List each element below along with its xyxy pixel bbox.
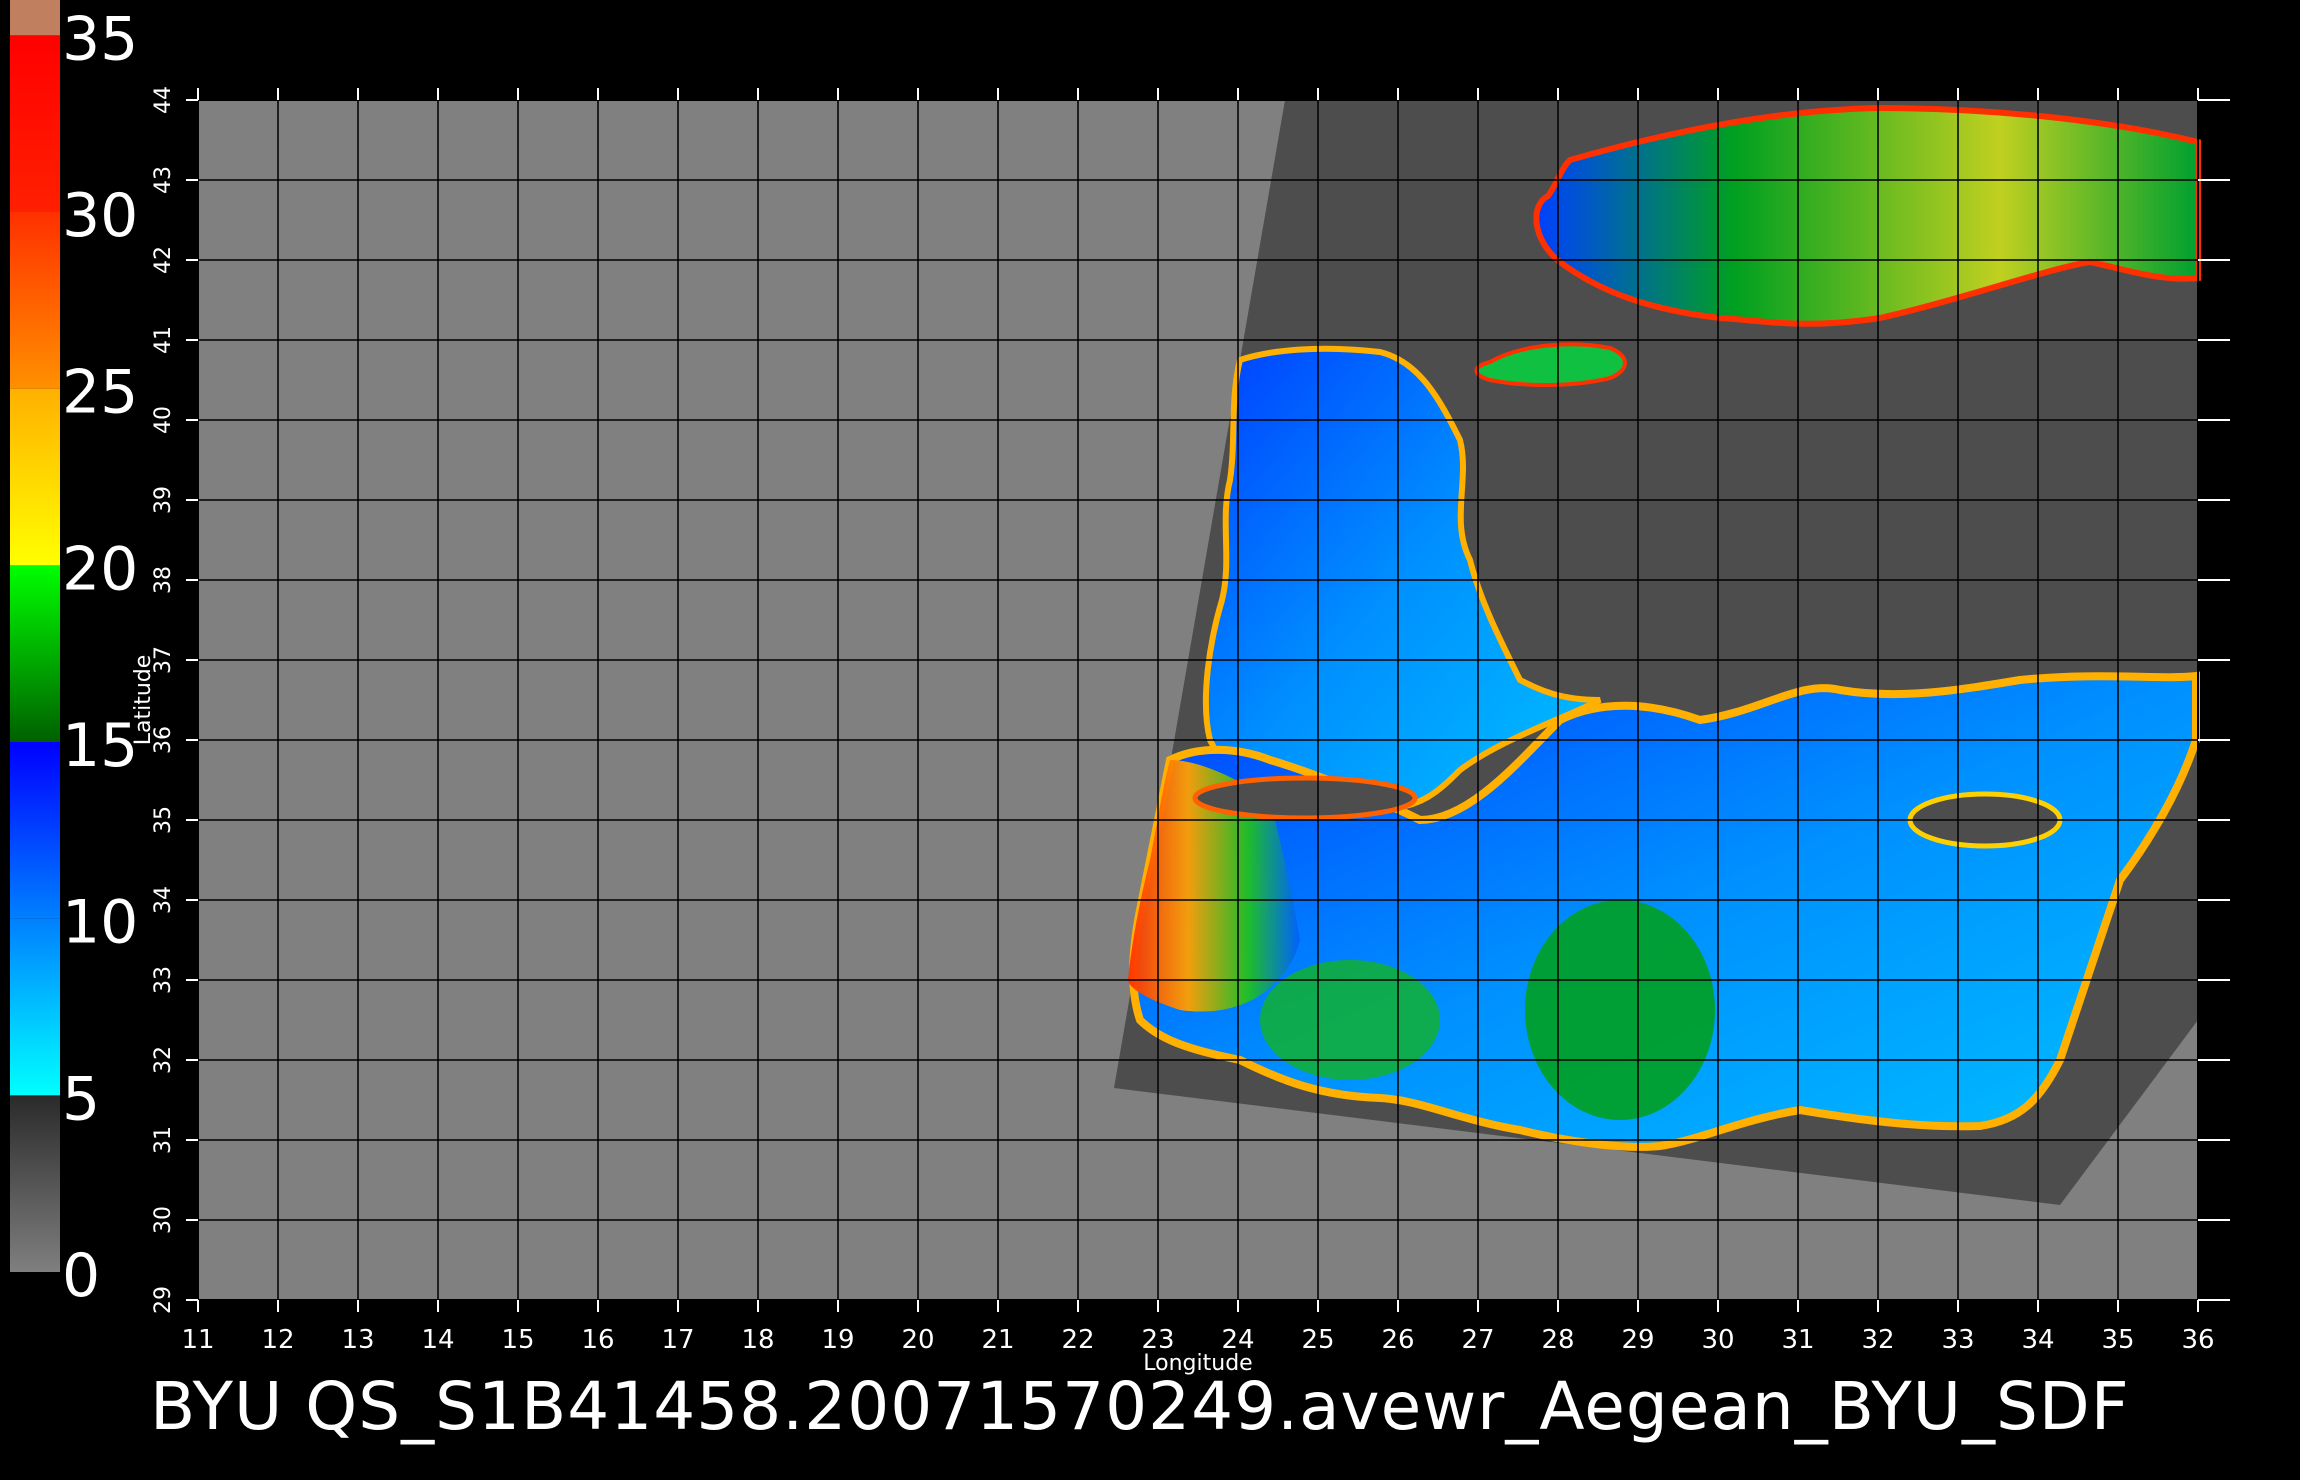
lon-tick-label: 13 [341,1325,374,1355]
lon-tick-label: 33 [1941,1325,1974,1355]
lon-tick-label: 22 [1061,1325,1094,1355]
lat-tick-label: 32 [151,1046,176,1074]
crete-island [1192,775,1418,821]
lon-tick-label: 32 [1861,1325,1894,1355]
lat-tick-label: 35 [151,806,176,834]
lon-tick-label: 21 [981,1325,1014,1355]
lon-tick-label: 29 [1621,1325,1654,1355]
lat-tick-label: 34 [151,886,176,914]
lon-tick-label: 31 [1781,1325,1814,1355]
colorbar-segment [10,35,60,213]
colorbar-segment [10,388,60,566]
colorbar-label: 30 [62,181,138,251]
colorbar-label: 35 [62,4,138,74]
lon-tick-label: 35 [2101,1325,2134,1355]
lat-tick-label: 30 [151,1206,176,1234]
image-title: BYU QS_S1B41458.20071570249.avewr_Aegean… [150,1368,2130,1445]
lon-tick-label: 15 [501,1325,534,1355]
lon-tick-label: 28 [1541,1325,1574,1355]
lon-tick-label: 18 [741,1325,774,1355]
lon-tick-label: 27 [1461,1325,1494,1355]
colorbar-segment [10,565,60,742]
lat-tick-label: 42 [151,246,176,274]
colorbar-label: 25 [62,358,138,428]
lon-tick-label: 30 [1701,1325,1734,1355]
lat-tick-label: 38 [151,566,176,594]
colorbar-segment [10,212,60,389]
lon-tick-label: 25 [1301,1325,1334,1355]
lat-tick-label: 29 [151,1286,176,1314]
lon-tick-label: 20 [901,1325,934,1355]
colorbar-labels: 35 30 25 20 15 10 5 0 [62,4,138,1311]
colorbar-label: 20 [62,534,138,604]
lat-tick-label: 39 [151,486,176,514]
wind-speed-map: 11 12 13 14 15 16 17 18 19 20 21 22 23 24 25 26 27 28 29 30… [10,0,2230,1376]
south-west-moderate-wind-patch [1260,960,1440,1080]
lat-tick-label: 41 [151,326,176,354]
colorbar-label: 5 [62,1064,100,1134]
lon-tick-label: 14 [421,1325,454,1355]
wind-speed-colorbar [10,0,60,1272]
lon-tick-label: 34 [2021,1325,2054,1355]
central-moderate-wind-patch [1525,900,1715,1120]
colorbar-label: 15 [62,711,138,781]
lat-tick-label: 33 [151,966,176,994]
colorbar-segment [10,918,60,1096]
lon-tick-label: 17 [661,1325,694,1355]
lon-tick-label: 26 [1381,1325,1414,1355]
lat-tick-label: 31 [151,1126,176,1154]
lon-tick-label: 19 [821,1325,854,1355]
lat-tick-label: 40 [151,406,176,434]
colorbar-label: 0 [62,1241,100,1311]
lon-tick-label: 36 [2181,1325,2214,1355]
colorbar-segment [10,1095,60,1272]
lon-tick-label: 11 [181,1325,214,1355]
lon-tick-label: 16 [581,1325,614,1355]
colorbar-segment [10,742,60,919]
lon-tick-label: 12 [261,1325,294,1355]
lat-tick-label: 43 [151,166,176,194]
colorbar-label: 10 [62,888,138,958]
lat-tick-label: 44 [151,86,176,114]
colorbar-segment [10,0,60,36]
